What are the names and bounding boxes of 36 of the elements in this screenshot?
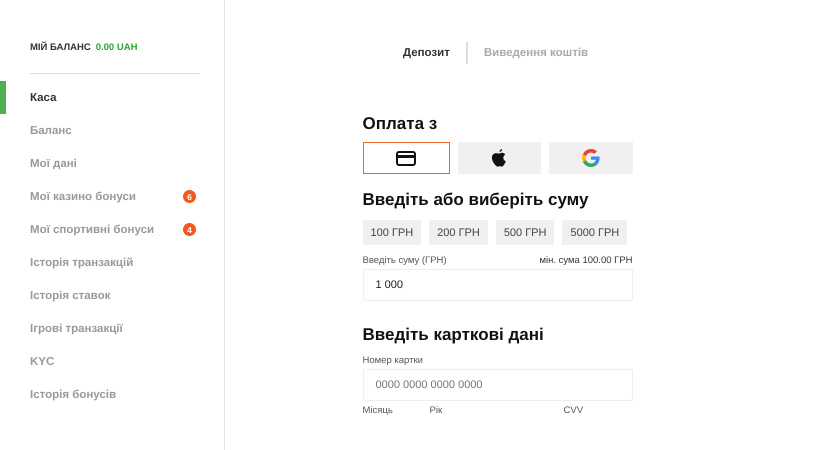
section-heading: Введіть або виберіть суму [362,190,590,210]
credit-card-icon [396,150,416,166]
field-label: Номер картки [362,355,424,366]
tab[interactable]: Виведення коштів [468,47,604,59]
amount-preset-button[interactable]: 500 ГРН [496,220,554,245]
field-label: Рік [430,405,444,416]
section-heading: Оплата з [362,114,438,134]
field-label: Введіть суму (ГРН) [362,255,447,266]
sidebar-item[interactable]: Мої спортивні бонуси 4 [0,213,224,246]
sidebar-item[interactable]: Історія ставок [0,279,224,312]
minimum-note: мін. сума 100.00 ГРН [539,255,632,266]
amount-preset-button[interactable]: 100 ГРН [362,220,422,245]
field-label: CVV [564,405,584,416]
count-badge: 4 [183,223,196,236]
sidebar-item[interactable]: Каса [0,81,224,114]
sidebar-item[interactable]: Історія бонусів [0,378,224,411]
sidebar-item[interactable]: Баланс [0,114,224,147]
sidebar-item[interactable]: Мої казино бонуси 6 [0,180,224,213]
sidebar-item[interactable]: Ігрові транзакції [0,312,224,345]
payment-method-button[interactable] [362,142,450,174]
tab[interactable]: Депозит [386,47,466,59]
balance-value: 0.00 UAH [96,42,138,52]
amount-preset-button[interactable]: 200 ГРН [429,220,488,245]
google-icon [582,149,600,167]
payment-method-button[interactable] [458,142,540,174]
sidebar-item[interactable]: KYC [0,345,224,378]
section-heading: Введіть карткові дані [362,325,545,345]
card-number-field[interactable]: 0000 0000 0000 0000 [362,369,632,401]
amount-preset-button[interactable]: 5000 ГРН [562,220,628,245]
amount-input-field[interactable]: 1 000 [362,269,632,301]
balance-label: МІЙ БАЛАНС [30,42,91,52]
apple-icon [491,148,507,168]
field-label: Місяць [362,405,394,416]
sidebar-item[interactable]: Історія транзакцій [0,246,224,279]
count-badge: 6 [183,190,196,203]
sidebar-item[interactable]: Мої дані [0,147,224,180]
